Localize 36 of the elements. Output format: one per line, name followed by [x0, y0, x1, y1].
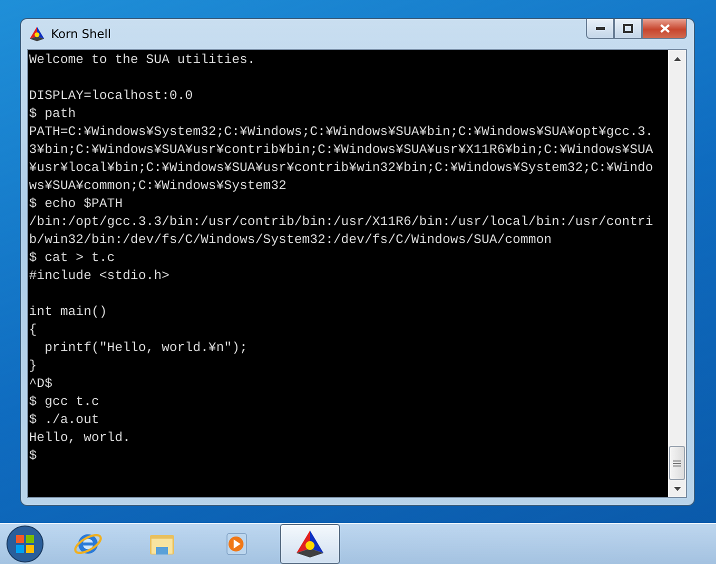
scrollbar[interactable]: [668, 50, 686, 497]
terminal-line: printf("Hello, world.¥n");: [44, 339, 248, 357]
terminal-line: Hello, world.: [29, 429, 132, 447]
taskbar-button[interactable]: [280, 524, 340, 564]
terminal-line: /bin:/opt/gcc.3.3/bin:/usr/contrib/bin:/usr/X11R6/bin:/usr/local/bin:/usr/contri: [29, 213, 654, 231]
terminal-line: ¥usr¥local¥bin;C:¥Windows¥SUA¥usr¥contrib¥win32¥bin;C:¥Windows¥System32;C:¥Windo: [29, 159, 654, 177]
maximize-button[interactable]: [614, 19, 642, 39]
scroll-down-icon[interactable]: [674, 486, 680, 490]
minimize-icon: [596, 27, 604, 30]
terminal-line: ^D$: [29, 375, 54, 393]
terminal-line: DISPLAY=localhost:0.0: [29, 87, 194, 105]
terminal-line: }: [29, 357, 38, 375]
terminal-line: $ gcc t.c: [29, 393, 100, 411]
start-button[interactable]: [6, 525, 44, 563]
close-icon: [660, 24, 670, 33]
triangle-logo-icon: [295, 529, 325, 559]
terminal-line: Welcome to the SUA utilities.: [29, 51, 256, 69]
terminal-line: $ echo $PATH: [29, 195, 124, 213]
terminal-line: int main(): [29, 303, 108, 321]
window-title: Korn Shell: [51, 27, 112, 41]
terminal-line: $: [29, 447, 38, 465]
minimize-button[interactable]: [586, 19, 614, 39]
terminal-line: $ ./a.out: [29, 411, 100, 429]
triangle-logo-icon: [29, 26, 45, 42]
scroll-up-icon[interactable]: [674, 56, 680, 60]
terminal-line: ws¥SUA¥common;C:¥Windows¥System32: [29, 177, 288, 195]
maximize-icon: [623, 24, 633, 33]
scroll-thumb[interactable]: [669, 446, 685, 480]
terminal-line: b/win32/bin:/dev/fs/C/Windows/System32:/dev/fs/C/Windows/SUA/common: [29, 231, 553, 249]
close-button[interactable]: [642, 19, 687, 39]
terminal-line: {: [29, 321, 38, 339]
terminal-line: 3¥bin;C:¥Windows¥SUA¥usr¥contrib¥bin;C:¥Windows¥SUA¥usr¥X11R6¥bin;C:¥Windows¥SUA: [29, 141, 654, 159]
terminal-line: $ path: [29, 105, 77, 123]
terminal-line: $ cat > t.c: [29, 249, 116, 267]
terminal-line: #include <stdio.h>: [29, 267, 170, 285]
terminal-line: PATH=C:¥Windows¥System32;C:¥Windows;C:¥Windows¥SUA¥bin;C:¥Windows¥SUA¥opt¥gcc.3.: [29, 123, 654, 141]
